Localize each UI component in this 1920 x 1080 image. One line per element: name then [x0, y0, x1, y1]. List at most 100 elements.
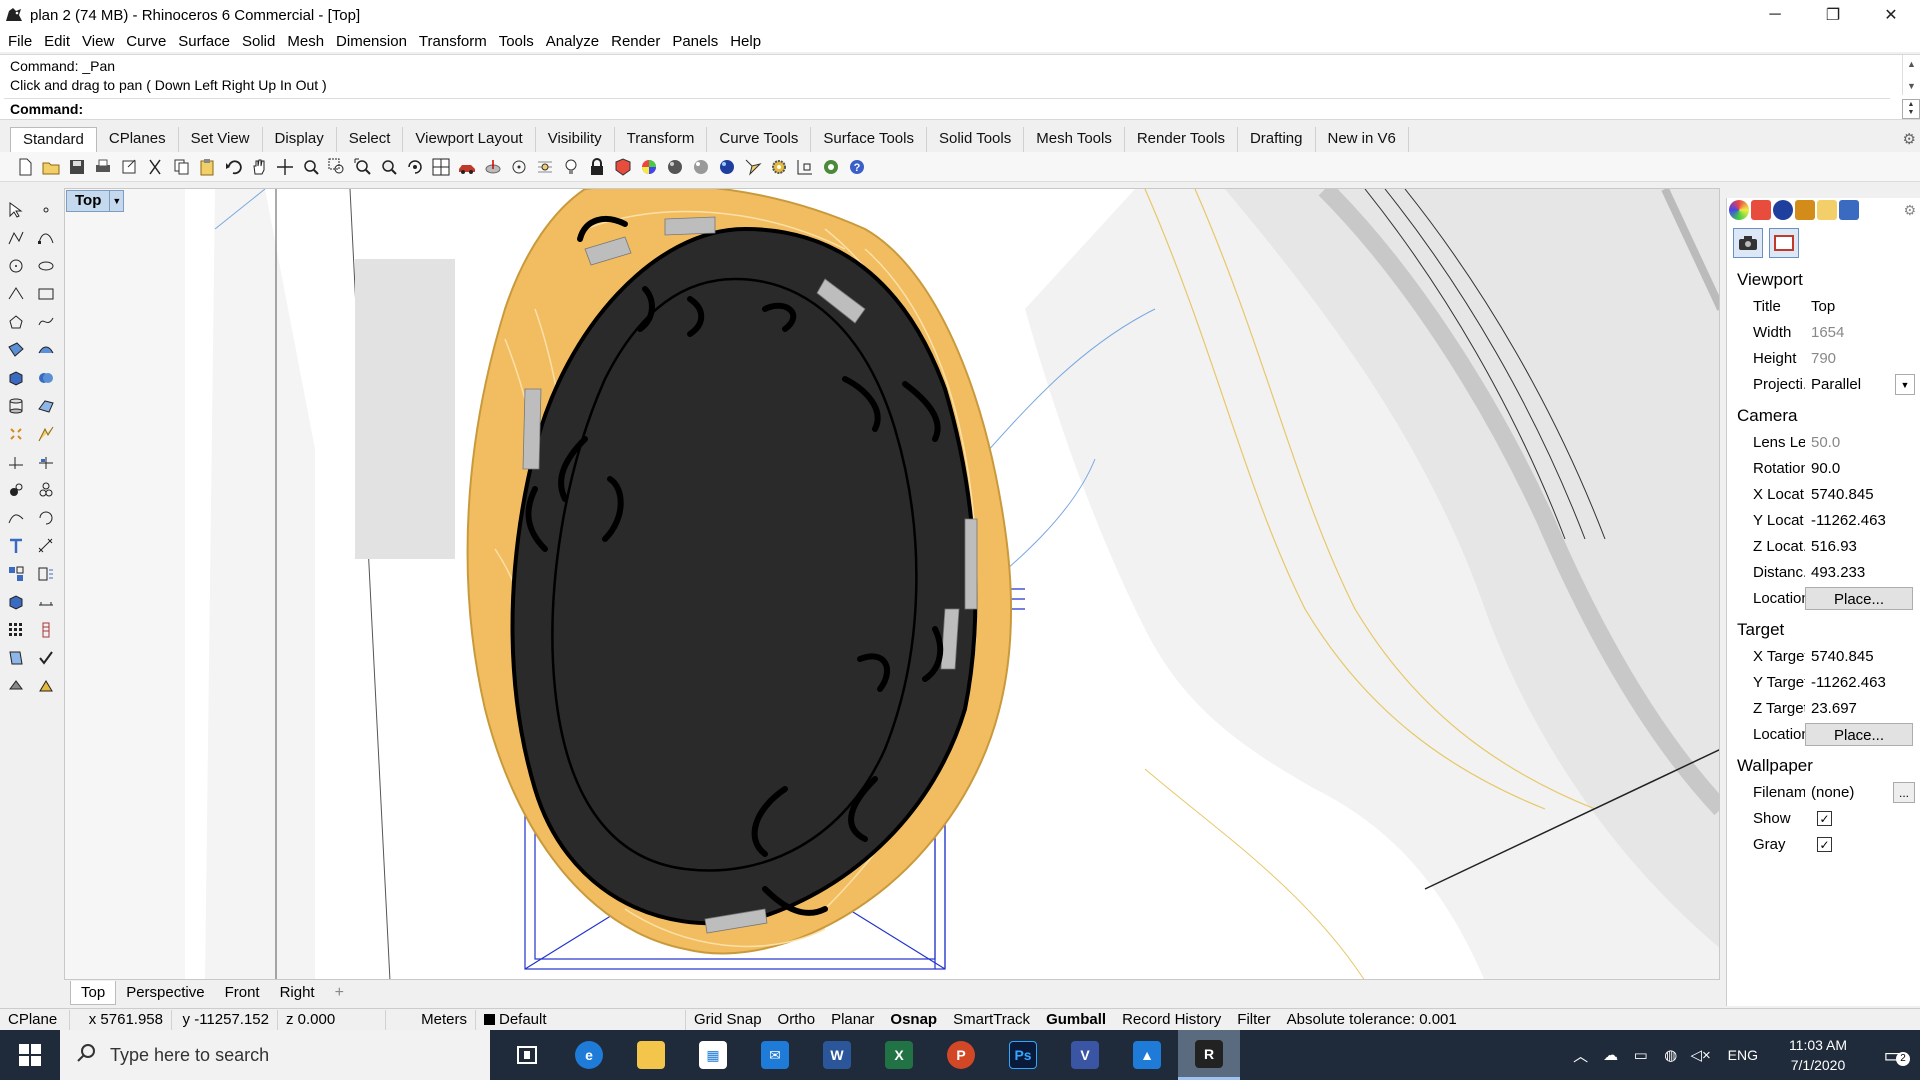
check-icon[interactable] [32, 644, 60, 672]
cplane-indicator[interactable]: CPlane [0, 1009, 70, 1030]
materials-tab-icon[interactable] [1751, 200, 1771, 220]
command-input[interactable]: Command: [4, 98, 1890, 118]
tab-select[interactable]: Select [337, 127, 404, 152]
menu-render[interactable]: Render [605, 33, 666, 50]
mesh-icon[interactable] [32, 392, 60, 420]
command-spin-buttons[interactable]: ▲ ▼ [1902, 99, 1920, 119]
scroll-down-icon[interactable]: ▼ [1907, 81, 1916, 91]
boolean-union-icon[interactable] [32, 364, 60, 392]
word-icon[interactable]: W [806, 1030, 868, 1080]
options-gear-icon[interactable] [766, 154, 792, 180]
fillet-icon[interactable] [32, 420, 60, 448]
menu-view[interactable]: View [76, 33, 120, 50]
ground-plane-tab-icon[interactable] [1795, 200, 1815, 220]
edge-browser-icon[interactable]: e [558, 1030, 620, 1080]
toolbar-settings-gear-icon[interactable]: ⚙ [1903, 130, 1916, 148]
panel-settings-gear-icon[interactable]: ⚙ [1903, 202, 1916, 219]
grid-snap-toggle[interactable]: Grid Snap [686, 1010, 770, 1030]
rotate-icon[interactable] [32, 504, 60, 532]
distance-field[interactable]: 493.233 [1805, 561, 1917, 584]
menu-dimension[interactable]: Dimension [330, 33, 413, 50]
save-icon[interactable] [64, 154, 90, 180]
network-globe-icon[interactable]: ◍ [1656, 1046, 1686, 1064]
current-layer[interactable]: Default [476, 1009, 686, 1030]
viewport-name[interactable]: Top [66, 190, 111, 212]
polyline-icon[interactable] [2, 224, 30, 252]
photos-icon[interactable]: ▲ [1116, 1030, 1178, 1080]
tab-new-in-v6[interactable]: New in V6 [1316, 127, 1409, 152]
osnap-icon[interactable] [792, 154, 818, 180]
filter-toggle[interactable]: Filter [1229, 1010, 1278, 1030]
menu-solid[interactable]: Solid [236, 33, 281, 50]
title-field[interactable]: Top [1805, 295, 1917, 318]
rotate-view-icon[interactable] [402, 154, 428, 180]
help-panel-tab-icon[interactable] [1839, 200, 1859, 220]
point-icon[interactable] [32, 196, 60, 224]
light-bulb-icon[interactable] [558, 154, 584, 180]
record-history-toggle[interactable]: Record History [1114, 1010, 1229, 1030]
tab-mesh-tools[interactable]: Mesh Tools [1024, 127, 1125, 152]
menu-panels[interactable]: Panels [666, 33, 724, 50]
undo-icon[interactable] [220, 154, 246, 180]
action-center-icon[interactable]: ▭ 2 [1866, 1043, 1920, 1068]
spin-up-icon[interactable]: ▲ [1908, 101, 1915, 109]
tab-transform[interactable]: Transform [615, 127, 708, 152]
move-view-icon[interactable] [272, 154, 298, 180]
spin-down-icon[interactable]: ▼ [1908, 109, 1915, 117]
box-icon[interactable] [2, 364, 30, 392]
mail-icon[interactable]: ✉ [744, 1030, 806, 1080]
tab-viewport-layout[interactable]: Viewport Layout [403, 127, 536, 152]
windows-start-icon[interactable] [0, 1030, 60, 1080]
scroll-up-icon[interactable]: ▲ [1907, 59, 1916, 69]
export-icon[interactable] [116, 154, 142, 180]
z-location-field[interactable]: 516.93 [1805, 535, 1917, 558]
menu-edit[interactable]: Edit [38, 33, 76, 50]
cut-icon[interactable] [142, 154, 168, 180]
zoom-window-icon[interactable] [324, 154, 350, 180]
solid-edit-icon[interactable] [2, 588, 30, 616]
polygon-icon[interactable] [2, 308, 30, 336]
rotation-field[interactable]: 90.0 [1805, 457, 1917, 480]
x-location-field[interactable]: 5740.845 [1805, 483, 1917, 506]
environment-tab-icon[interactable] [1773, 200, 1793, 220]
tab-curve-tools[interactable]: Curve Tools [707, 127, 812, 152]
task-view-icon[interactable] [496, 1030, 558, 1080]
gumball-icon[interactable] [480, 154, 506, 180]
projection-select[interactable]: Parallel [1805, 373, 1895, 396]
menu-mesh[interactable]: Mesh [281, 33, 330, 50]
camera-view-icon[interactable] [1733, 228, 1763, 258]
ellipse-icon[interactable] [32, 252, 60, 280]
filename-field[interactable]: (none) [1805, 781, 1893, 804]
drafting-icon[interactable] [32, 588, 60, 616]
split-icon[interactable] [32, 448, 60, 476]
zoom-selected-icon[interactable] [376, 154, 402, 180]
dimension-icon[interactable] [32, 532, 60, 560]
open-file-icon[interactable] [38, 154, 64, 180]
gray-checkbox[interactable]: ✓ [1817, 837, 1832, 852]
select-points-icon[interactable] [506, 154, 532, 180]
render-teapot-icon[interactable] [2, 672, 30, 700]
viewport-tab-perspective[interactable]: Perspective [116, 981, 214, 1005]
viewport-tab-top[interactable]: Top [70, 981, 117, 1005]
file-explorer-icon[interactable] [620, 1030, 682, 1080]
viewport-title-tab[interactable]: Top ▼ [66, 190, 125, 212]
z-target-field[interactable]: 23.697 [1805, 697, 1917, 720]
excel-icon[interactable]: X [868, 1030, 930, 1080]
paint-icon[interactable] [32, 672, 60, 700]
explode-icon[interactable] [2, 420, 30, 448]
viewport-top[interactable] [64, 188, 1720, 980]
y-location-field[interactable]: -11262.463 [1805, 509, 1917, 532]
zoom-extents-icon[interactable] [350, 154, 376, 180]
rectangle-icon[interactable] [32, 280, 60, 308]
projection-chevron-down-icon[interactable]: ▼ [1895, 374, 1915, 395]
paste-icon[interactable] [194, 154, 220, 180]
rhino-taskbar-icon[interactable]: R [1178, 1030, 1240, 1080]
menu-file[interactable]: File [2, 33, 38, 50]
join-icon[interactable] [2, 476, 30, 504]
curve-icon[interactable] [32, 224, 60, 252]
tab-standard[interactable]: Standard [10, 127, 97, 152]
viewport-frame-icon[interactable] [1769, 228, 1799, 258]
help-icon[interactable]: ? [844, 154, 870, 180]
input-language[interactable]: ENG [1716, 1047, 1770, 1063]
ortho-toggle[interactable]: Ortho [770, 1010, 824, 1030]
